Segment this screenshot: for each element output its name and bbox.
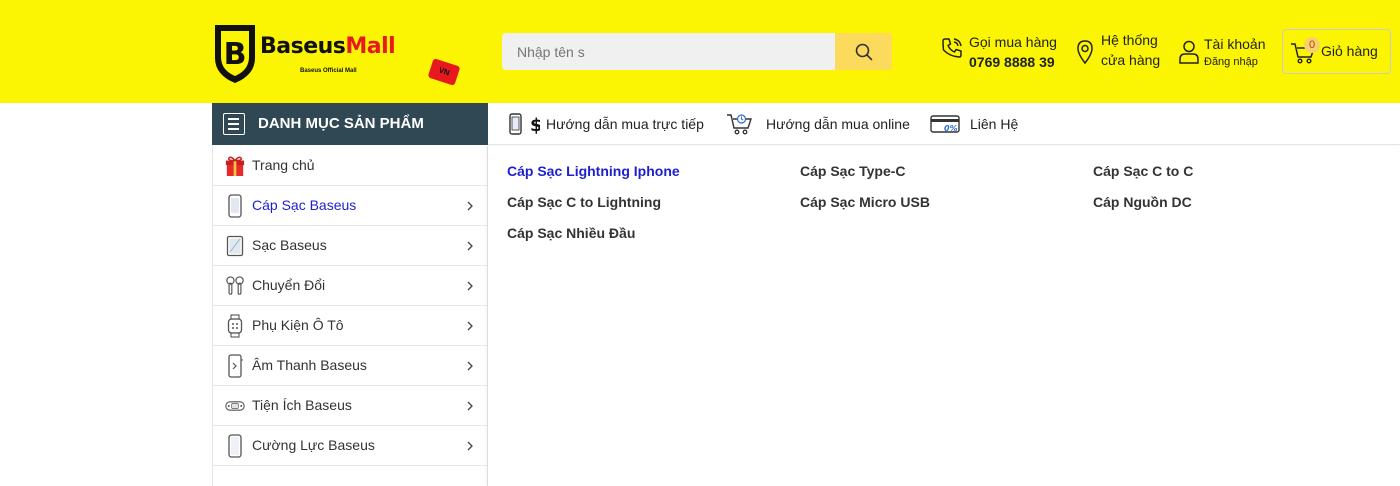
search-input[interactable] [502,33,836,70]
location-pin-icon [1077,40,1093,65]
submenu-link-dc-power[interactable]: Cáp Nguồn DC [1093,194,1192,210]
phone-speaker-icon [225,354,245,378]
sidebar-item-label: Cường Lực Baseus [252,437,375,453]
search-button[interactable] [835,33,892,70]
sidebar-item-cables[interactable]: Cáp Sạc Baseus [213,186,488,226]
brand-logo[interactable]: B BaseusMall Baseus Official Mall VN [212,20,462,90]
hotline[interactable]: Gọi mua hàng 0769 8888 39 [940,32,1065,74]
submenu-link-multi-head[interactable]: Cáp Sạc Nhiều Đầu [507,225,635,241]
chevron-right-icon [467,201,473,211]
submenu-link-c-to-c[interactable]: Cáp Sạc C to C [1093,163,1193,179]
phone-icon [225,194,245,218]
search-icon [855,43,872,60]
sidebar-item-label: Tiện Ích Baseus [252,397,352,413]
gamepad-icon [225,395,245,417]
submenu-link-c-to-lightning[interactable]: Cáp Sạc C to Lightning [507,194,661,210]
sidebar-item-utilities[interactable]: Tiện Ích Baseus [213,386,488,426]
sidebar-item-car-accessories[interactable]: Phụ Kiện Ô Tô [213,306,488,346]
credit-card-icon: 0% [930,114,960,134]
top-nav: $ Hướng dẫn mua trực tiếp Hướng dẫn mua … [488,103,1400,145]
submenu-link-micro-usb[interactable]: Cáp Sạc Micro USB [800,194,930,210]
user-icon [1179,40,1199,64]
chevron-right-icon [467,361,473,371]
brand-tag: VN [427,58,461,86]
smartwatch-icon [225,314,245,338]
sidebar-item-label: Sạc Baseus [252,237,327,253]
shopping-cart-icon [726,111,754,137]
phone-dollar-icon: $ [508,112,540,136]
category-sidebar: Trang chủ Cáp Sạc Baseus Sạc Baseus Chuy… [212,146,488,486]
submenu-link-lightning-iphone[interactable]: Cáp Sạc Lightning Iphone [507,163,680,179]
earbuds-icon [225,275,245,297]
nav-item-label: Liên Hệ [970,116,1019,132]
gift-icon [225,155,245,177]
sidebar-item-tempered-glass[interactable]: Cường Lực Baseus [213,426,488,466]
tablet-icon [225,235,245,257]
store-label-line2: cửa hàng [1101,52,1161,68]
brand-tagline: Baseus Official Mall [300,68,357,74]
cart-count-badge: 0 [1304,37,1320,53]
store-label-line1: Hệ thống [1101,32,1158,48]
nav-item-direct-purchase-guide[interactable]: $ Hướng dẫn mua trực tiếp [508,103,704,145]
sidebar-item-label: Trang chủ [252,157,315,173]
sidebar-item-home[interactable]: Trang chủ [213,146,488,186]
brand-name-main: Baseus [260,34,346,59]
sidebar-item-adapters[interactable]: Chuyển Đổi [213,266,488,306]
sidebar-item-label: Cáp Sạc Baseus [252,197,357,213]
category-menu-header[interactable]: DANH MỤC SẢN PHẨM [212,103,488,145]
category-header-label: DANH MỤC SẢN PHẨM [258,115,424,132]
chevron-right-icon [467,241,473,251]
shield-logo-icon: B [215,25,255,84]
phone-call-icon [942,38,962,58]
sidebar-item-label: Chuyển Đổi [252,277,326,293]
brand-name-accent: Mall [345,34,396,59]
cart-label: Giỏ hàng [1321,43,1378,59]
nav-item-label: Hướng dẫn mua online [766,116,910,132]
hotline-label: Gọi mua hàng [969,34,1057,50]
nav-item-contact[interactable]: 0% Liên Hệ [930,103,1018,145]
nav-item-online-purchase-guide[interactable]: Hướng dẫn mua online [726,103,910,145]
submenu-link-type-c[interactable]: Cáp Sạc Type-C [800,163,906,179]
account-label: Tài khoản [1204,36,1266,52]
sidebar-item-label: Phụ Kiện Ô Tô [252,317,344,333]
chevron-right-icon [467,321,473,331]
chevron-right-icon [467,281,473,291]
sidebar-item-chargers[interactable]: Sạc Baseus [213,226,488,266]
chevron-right-icon [467,441,473,451]
svg-text:$: $ [530,115,540,136]
cable-submenu-panel: Cáp Sạc Lightning Iphone Cáp Sạc Type-C … [488,146,1400,486]
phone-case-icon [225,434,245,458]
svg-text:B: B [224,37,247,72]
nav-item-label: Hướng dẫn mua trực tiếp [546,116,704,132]
sidebar-item-audio[interactable]: Âm Thanh Baseus [213,346,488,386]
account-menu[interactable]: Tài khoản Đăng nhập [1178,32,1278,74]
hotline-number[interactable]: 0769 8888 39 [969,52,1057,72]
cart-button[interactable]: 0 Giỏ hàng [1282,29,1391,74]
hamburger-menu-icon [223,113,245,135]
login-link[interactable]: Đăng nhập [1204,54,1265,70]
brand-wordmark: BaseusMall [260,34,396,59]
chevron-right-icon [467,401,473,411]
search-bar [502,33,892,70]
svg-text:0%: 0% [944,124,958,133]
store-locator[interactable]: Hệ thống cửa hàng [1075,32,1170,74]
site-header: B BaseusMall Baseus Official Mall VN Gọi… [0,0,1400,103]
sidebar-item-label: Âm Thanh Baseus [252,357,367,373]
